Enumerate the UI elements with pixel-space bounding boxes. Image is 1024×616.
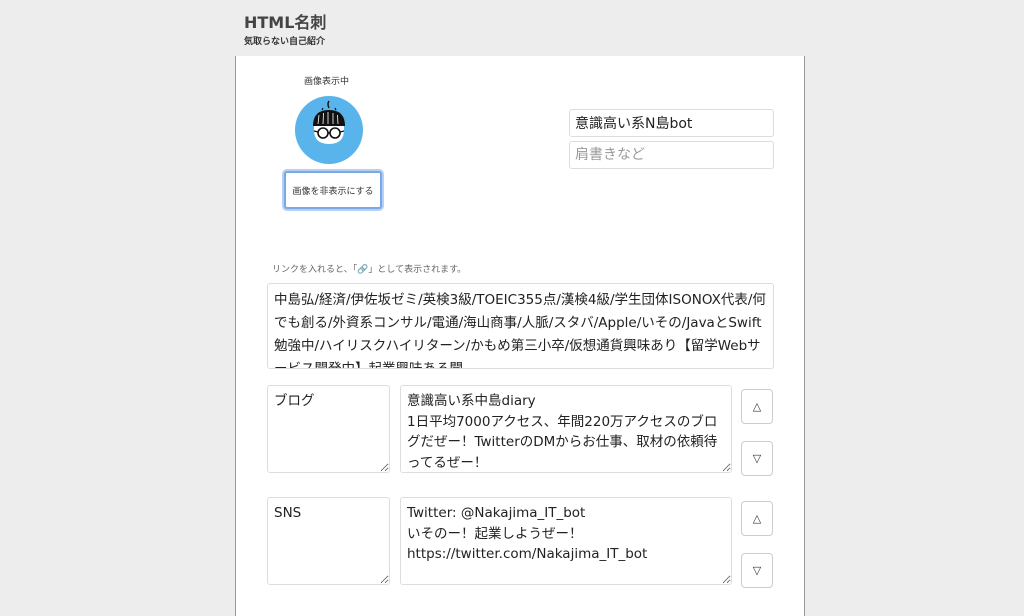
- link-description-input[interactable]: Twitter: @Nakajima_IT_bot いそのー！起業しようぜー！ …: [400, 497, 732, 585]
- move-down-button[interactable]: ▽: [741, 553, 773, 588]
- link-row-sns: SNS Twitter: @Nakajima_IT_bot いそのー！起業しよう…: [267, 497, 774, 588]
- page-subtitle: 気取らない自己紹介: [244, 37, 326, 47]
- page-title: HTML名刺: [244, 13, 327, 32]
- link-hint-text: リンクを入れると、「🔗」として表示されます。: [272, 265, 467, 275]
- business-card-editor: 画像表示中 画像を非表示にする リンクを入れると、「🔗」として表示されます。 中…: [235, 56, 805, 616]
- link-label-input[interactable]: ブログ: [267, 385, 390, 473]
- link-description-input[interactable]: 意識高い系中島diary 1日平均7000アクセス、年間220万アクセスのブログ…: [400, 385, 732, 473]
- avatar: [295, 96, 363, 164]
- image-status-caption: 画像表示中: [304, 77, 350, 87]
- bio-textarea[interactable]: 中島弘/経済/伊佐坂ゼミ/英検3級/TOEIC355点/漢検4級/学生団体ISO…: [267, 283, 774, 369]
- link-row-blog: ブログ 意識高い系中島diary 1日平均7000アクセス、年間220万アクセス…: [267, 385, 774, 476]
- name-input[interactable]: [569, 109, 774, 137]
- site-header: HTML名刺 気取らない自己紹介: [0, 0, 1024, 56]
- move-down-button[interactable]: ▽: [741, 441, 773, 476]
- link-label-input[interactable]: SNS: [267, 497, 390, 585]
- avatar-face-icon: [313, 100, 345, 144]
- move-up-button[interactable]: △: [741, 389, 773, 424]
- hide-image-button[interactable]: 画像を非表示にする: [284, 171, 382, 209]
- move-up-button[interactable]: △: [741, 501, 773, 536]
- title-input[interactable]: [569, 141, 774, 169]
